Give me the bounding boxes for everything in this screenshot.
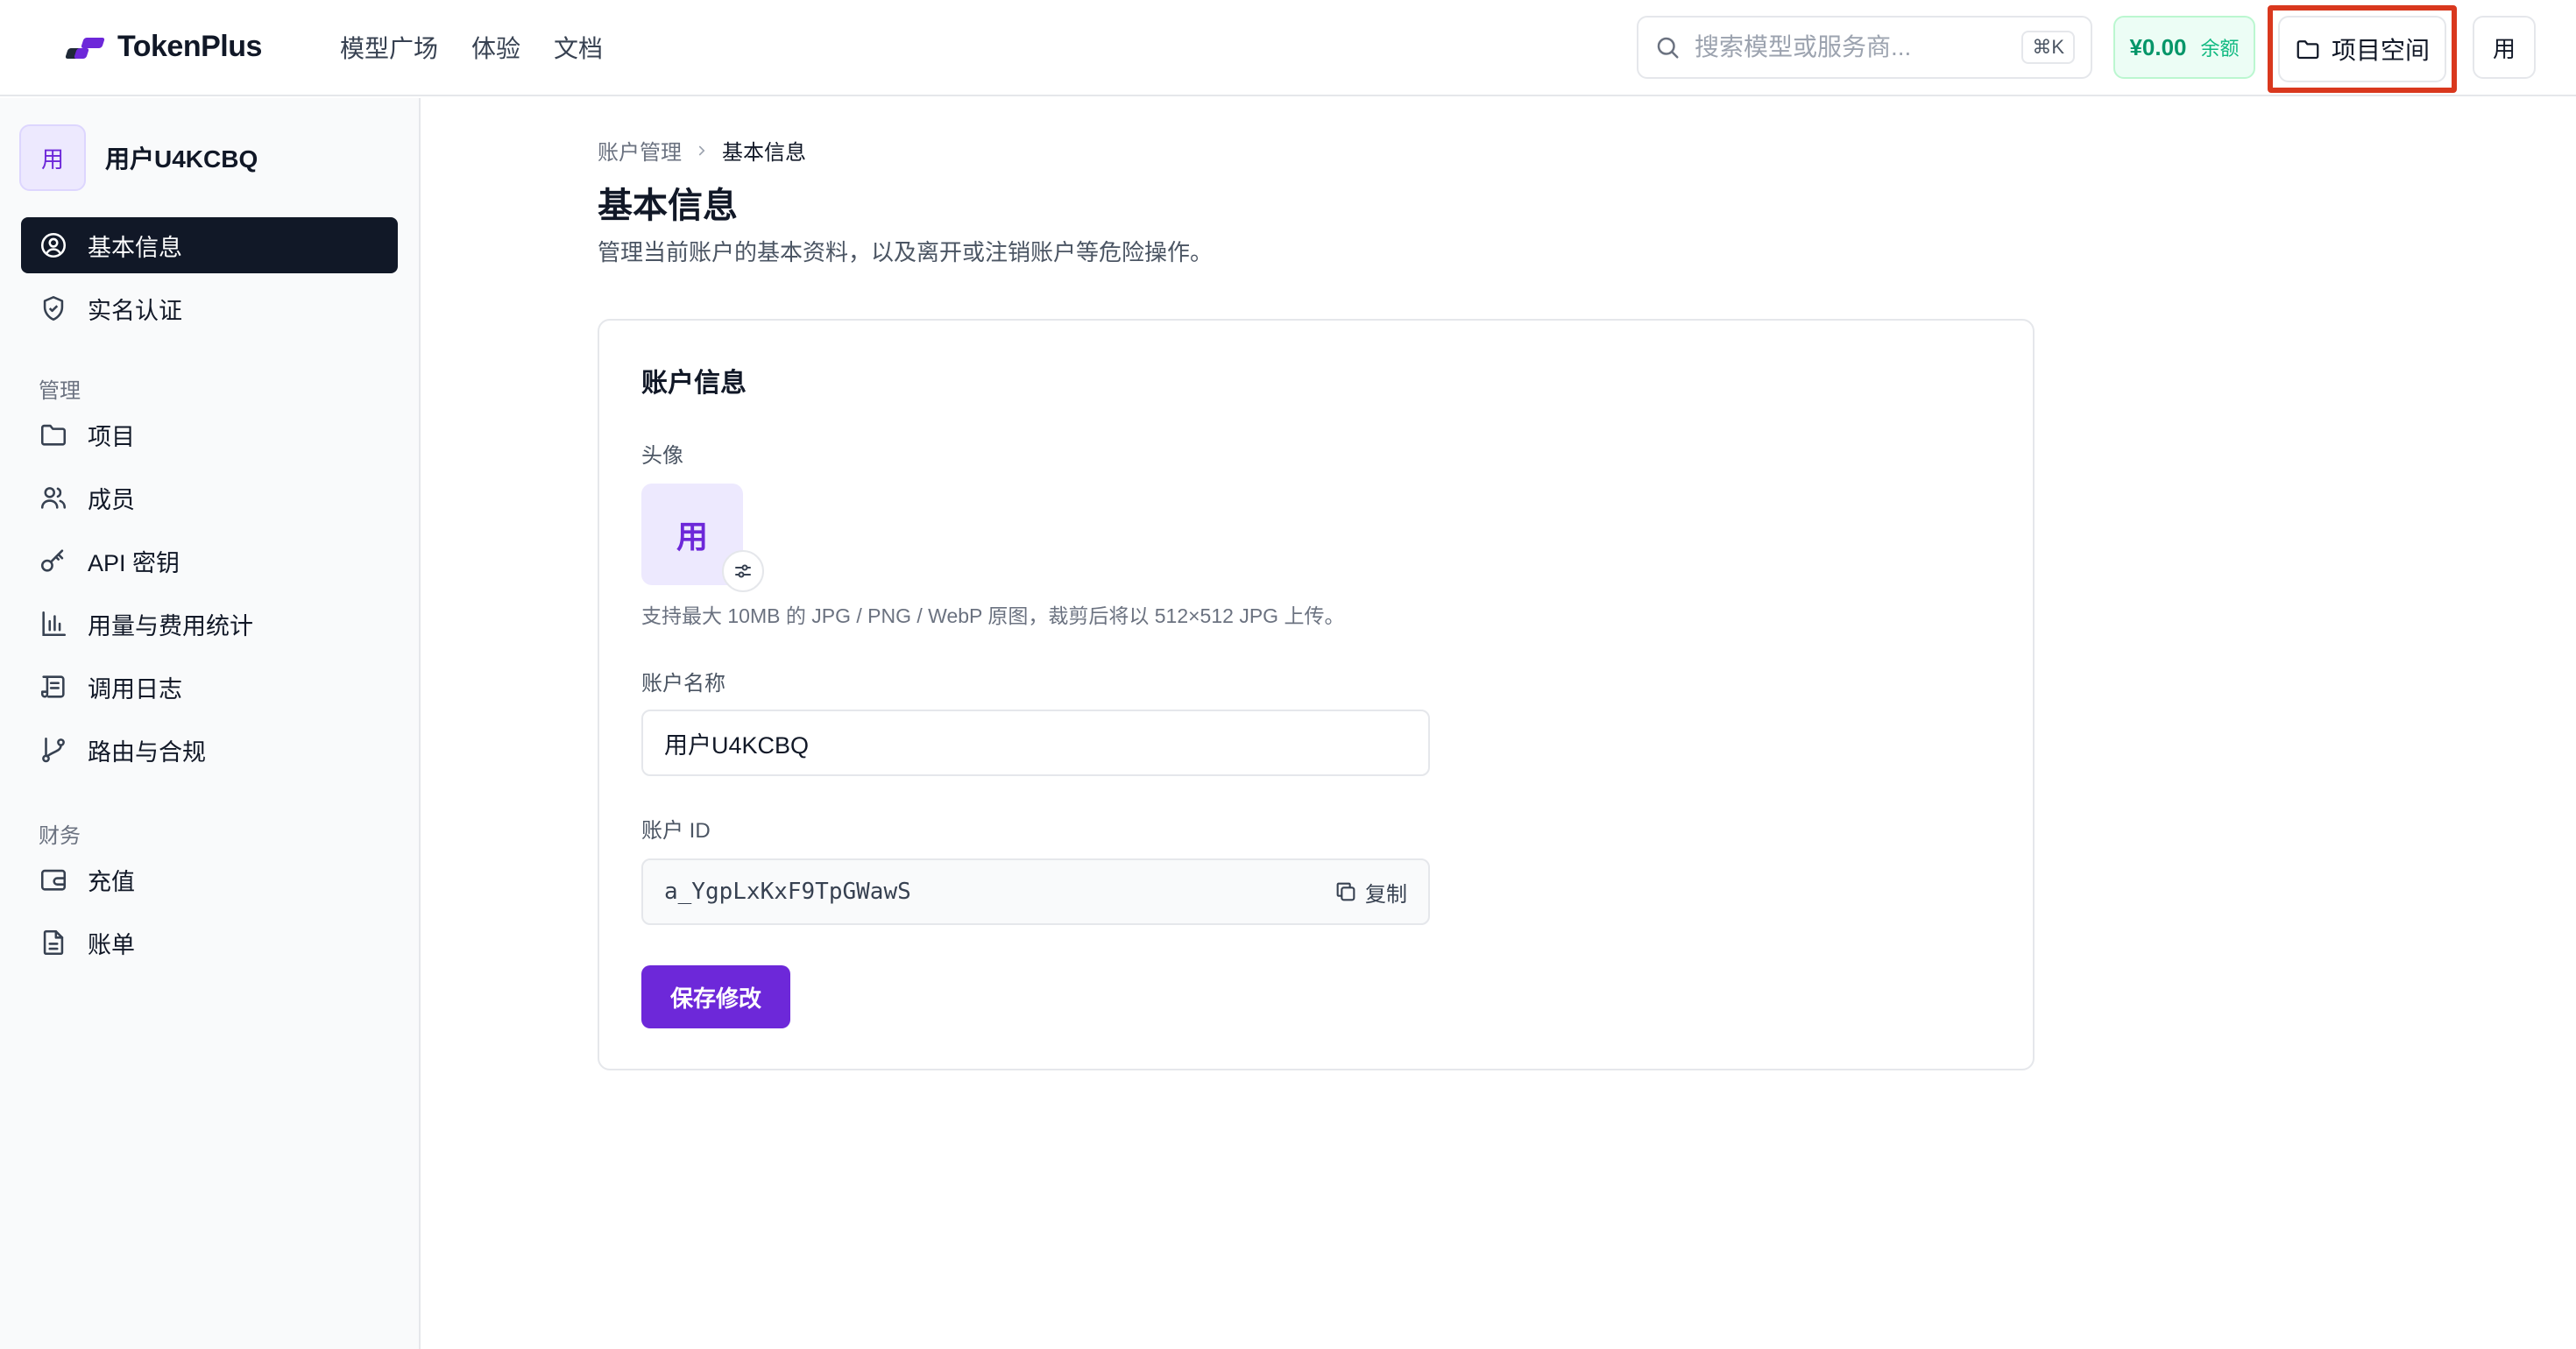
sidebar-item-routing-compliance[interactable]: 路由与合规: [21, 722, 398, 778]
shield-check-icon: [43, 295, 64, 321]
breadcrumb-current: 基本信息: [722, 141, 806, 165]
breadcrumb-parent[interactable]: 账户管理: [598, 135, 682, 166]
nav-playground[interactable]: 体验: [471, 30, 520, 65]
git-branch-icon: [42, 737, 65, 763]
sidebar-item-label: 用量与费用统计: [88, 612, 253, 639]
bar-chart-icon: [42, 611, 67, 637]
sliders-icon: [735, 564, 751, 578]
account-name-input[interactable]: [641, 710, 1430, 776]
avatar-hint: 支持最大 10MB 的 JPG / PNG / WebP 原图，裁剪后将以 51…: [641, 604, 1345, 627]
account-id-label: 账户 ID: [641, 819, 711, 843]
page-title: 基本信息: [598, 187, 738, 225]
search-box[interactable]: ⌘K: [1637, 16, 2092, 79]
sidebar-item-recharge[interactable]: 充值: [21, 851, 398, 908]
sidebar-item-basic-info[interactable]: 基本信息: [21, 217, 398, 273]
nav-model-market[interactable]: 模型广场: [340, 30, 438, 65]
sidebar-user: 用 用户U4KCBQ: [19, 124, 258, 191]
wallet-icon: [40, 869, 67, 891]
top-bar: TokenPlus 模型广场 体验 文档 ⌘K ¥0.00 余额 项目空间 用: [0, 0, 2576, 96]
key-icon: [40, 549, 64, 572]
card-title: 账户信息: [641, 369, 747, 398]
folder-icon: [2296, 40, 2319, 60]
folder-icon: [40, 424, 67, 446]
sidebar-item-call-logs[interactable]: 调用日志: [21, 659, 398, 715]
balance-badge[interactable]: ¥0.00 余额: [2113, 16, 2255, 79]
sidebar-item-label: 项目: [88, 423, 135, 450]
users-icon: [40, 487, 67, 509]
sidebar-item-members[interactable]: 成员: [21, 470, 398, 526]
sidebar-item-bills[interactable]: 账单: [21, 915, 398, 971]
sidebar-item-label: 实名认证: [88, 297, 182, 324]
account-id-field: a_YgpLxKxF9TpGWawS 复制: [641, 858, 1430, 925]
search-shortcut-badge: ⌘K: [2021, 31, 2075, 64]
balance-label: 余额: [2200, 38, 2240, 60]
sidebar-item-label: 充值: [88, 868, 135, 895]
user-menu-button[interactable]: 用: [2473, 16, 2536, 79]
scroll-log-icon: [40, 675, 65, 698]
sidebar-item-usage-stats[interactable]: 用量与费用统计: [21, 596, 398, 652]
chevron-right-icon: [698, 145, 705, 155]
sidebar-item-label: API 密钥: [88, 549, 180, 576]
sidebar: 用 用户U4KCBQ 基本信息 实名认证 管理 项目 成员 API 密钥 用量与…: [0, 98, 421, 1349]
logo-icon: [63, 34, 105, 60]
copy-button[interactable]: 复制: [1334, 877, 1407, 908]
sidebar-section-manage: 管理: [39, 379, 81, 403]
nav-docs[interactable]: 文档: [554, 30, 603, 65]
project-space-button[interactable]: 项目空间: [2278, 16, 2446, 82]
breadcrumb: 账户管理 基本信息: [598, 135, 806, 166]
page-subtitle: 管理当前账户的基本资料，以及离开或注销账户等危险操作。: [598, 239, 1214, 265]
copy-icon: [1336, 882, 1355, 901]
project-space-label: 项目空间: [2331, 37, 2430, 64]
copy-label: 复制: [1365, 882, 1407, 907]
file-text-icon: [43, 929, 64, 956]
avatar-edit-button[interactable]: [722, 550, 764, 592]
sidebar-item-label: 路由与合规: [88, 738, 206, 766]
sidebar-item-verification[interactable]: 实名认证: [21, 280, 398, 336]
sidebar-item-projects[interactable]: 项目: [21, 406, 398, 463]
avatar-label: 头像: [641, 444, 683, 468]
account-name-label: 账户名称: [641, 672, 725, 696]
brand-logo[interactable]: TokenPlus: [63, 30, 262, 64]
avatar: 用: [19, 124, 86, 191]
account-info-card: 账户信息 头像 用 支持最大 10MB 的 JPG / PNG / WebP 原…: [598, 319, 2035, 1070]
account-id-value[interactable]: a_YgpLxKxF9TpGWawS: [664, 879, 1334, 905]
sidebar-user-name: 用户U4KCBQ: [105, 145, 258, 173]
top-nav: 模型广场 体验 文档: [340, 30, 603, 65]
balance-amount: ¥0.00: [2129, 33, 2187, 60]
sidebar-item-label: 账单: [88, 931, 135, 958]
save-changes-button[interactable]: 保存修改: [641, 965, 790, 1028]
sidebar-section-finance: 财务: [39, 824, 81, 848]
sidebar-item-label: 基本信息: [88, 234, 182, 261]
sidebar-item-label: 调用日志: [88, 675, 182, 703]
sidebar-item-label: 成员: [88, 486, 135, 513]
user-circle-icon: [40, 232, 67, 258]
sidebar-item-api-keys[interactable]: API 密钥: [21, 533, 398, 589]
brand-name: TokenPlus: [117, 30, 262, 63]
search-icon: [1657, 37, 1679, 59]
search-input[interactable]: [1695, 33, 2022, 61]
